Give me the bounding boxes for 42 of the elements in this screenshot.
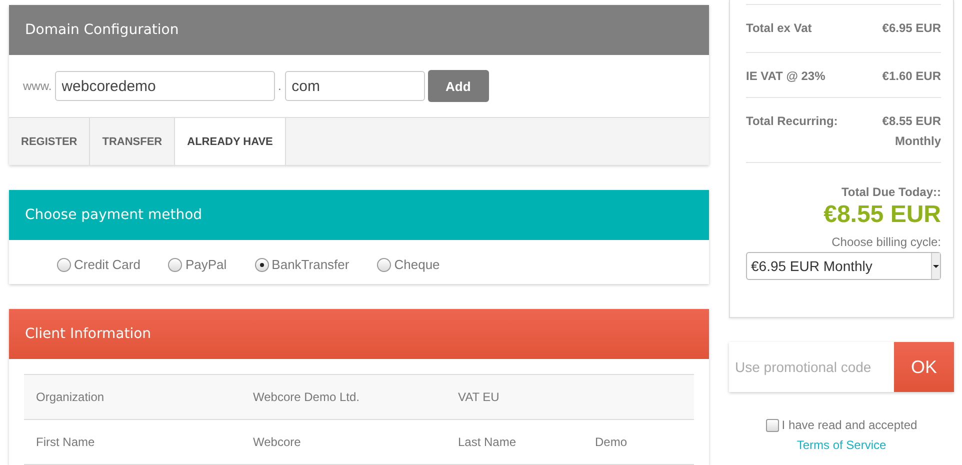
domain-name-field[interactable]: webcoredemo (54, 71, 275, 101)
billing-cycle-label: Choose billing cycle: (832, 235, 941, 249)
caret-icon (931, 253, 940, 279)
table-cell-text: Demo (594, 435, 628, 449)
terms-link[interactable]: Terms of Service (796, 438, 886, 452)
card-title: Client Information (25, 326, 152, 342)
card-title: Domain Configuration (25, 22, 179, 38)
payment-option[interactable]: Credit Card (57, 257, 140, 272)
table-cell-text: First Name (35, 435, 96, 449)
separator-label: . (277, 79, 282, 93)
summary-label: Total ex Vat (746, 21, 812, 37)
promo-code-field[interactable]: Use promotional code (729, 342, 894, 392)
total-due-label: Total Due Today:: (841, 185, 941, 199)
total-due-amount: €8.55 EUR (824, 201, 941, 229)
table-cell-text: Webcore (252, 435, 302, 449)
table-cell-text: Webcore Demo Ltd. (252, 390, 360, 404)
table-cell-text: Organization (35, 390, 106, 404)
summary-label: IE VAT @ 23% (746, 69, 826, 83)
terms-text: I have read and accepted (782, 418, 918, 432)
radio-icon[interactable] (377, 258, 392, 272)
payment-option[interactable]: BankTransfer (254, 257, 350, 272)
prefix-label: www. (23, 79, 52, 93)
radio-icon[interactable] (254, 258, 269, 272)
summary-value: €6.95 EUR (882, 21, 941, 35)
payment-option[interactable]: Cheque (377, 257, 440, 272)
table-cell-text: VAT EU (457, 390, 500, 404)
summary-value: €1.60 EUR (882, 69, 941, 83)
radio-icon[interactable] (168, 258, 182, 272)
domain-tab[interactable]: ALREADY HAVE (175, 118, 286, 165)
add-button[interactable]: Add (428, 70, 489, 102)
radio-icon[interactable] (57, 258, 71, 272)
domain-tab[interactable]: REGISTER (9, 118, 90, 165)
ok-button[interactable]: OK (894, 342, 954, 392)
billing-cycle-select[interactable]: €6.95 EUR Monthly (746, 252, 941, 280)
checkbox[interactable] (766, 418, 779, 432)
summary-value: Monthly (895, 134, 941, 148)
table-cell-text: Last Name (457, 435, 518, 449)
tld-field[interactable]: com (284, 71, 425, 101)
payment-option[interactable]: PayPal (168, 257, 227, 272)
summary-value: €8.55 EUR (882, 114, 941, 128)
summary-label: Total Recurring: (746, 114, 838, 130)
card-title: Choose payment method (25, 207, 202, 223)
